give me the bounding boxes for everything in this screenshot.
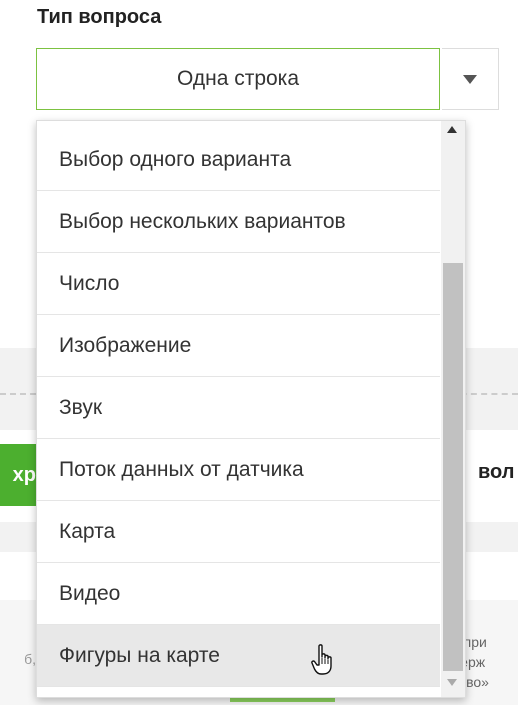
dropdown-toggle-button[interactable] (442, 48, 499, 110)
option-video[interactable]: Видео (37, 563, 440, 625)
dashed-divider (0, 393, 36, 395)
dropdown-scrollbar[interactable] (441, 121, 465, 697)
option-list: Выбор одного варианта Выбор нескольких в… (37, 129, 440, 687)
question-type-label: Тип вопроса (37, 6, 162, 28)
question-type-dropdown[interactable]: Выбор одного варианта Выбор нескольких в… (36, 120, 466, 698)
selected-value: Одна строка (176, 67, 300, 90)
scroll-down-arrow-icon[interactable] (447, 679, 457, 686)
background-text-fragment: б, (24, 651, 36, 667)
question-type-select[interactable]: Одна строка (36, 48, 440, 110)
hand-pointer-cursor-icon (311, 644, 332, 675)
background-green-button[interactable]: хр (0, 444, 36, 506)
option-image[interactable]: Изображение (37, 315, 440, 377)
option-number[interactable]: Число (37, 253, 440, 315)
option-single-choice[interactable]: Выбор одного варианта (37, 129, 440, 191)
option-sensor-stream[interactable]: Поток данных от датчика (37, 439, 440, 501)
scroll-up-arrow-icon[interactable] (447, 126, 457, 133)
option-map-shapes[interactable]: Фигуры на карте (37, 625, 440, 687)
background-green-underline (230, 698, 335, 702)
option-multiple-choice[interactable]: Выбор нескольких вариантов (37, 191, 440, 253)
scrollbar-thumb[interactable] (443, 263, 463, 671)
background-heading-fragment: вол (478, 461, 515, 483)
option-map[interactable]: Карта (37, 501, 440, 563)
chevron-down-icon (463, 74, 477, 84)
option-sound[interactable]: Звук (37, 377, 440, 439)
